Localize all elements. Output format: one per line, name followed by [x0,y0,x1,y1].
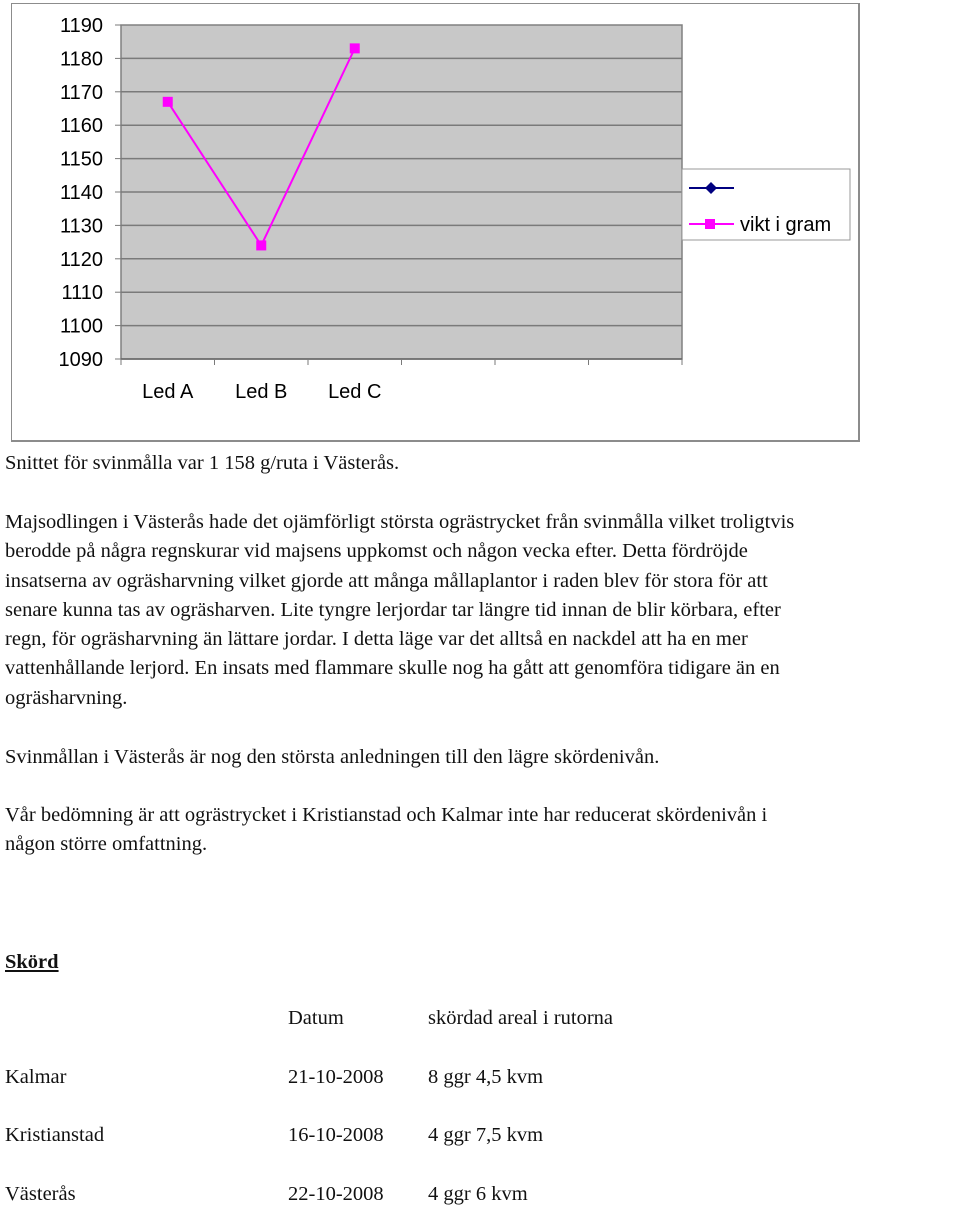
y-tick-label: 1180 [60,48,103,70]
text-line: insatserna av ogräsharvning vilket gjord… [5,569,768,592]
cell-area: 4 ggr 6 kvm [428,1183,528,1205]
text-line: någon större omfattning. [5,833,208,856]
column-header-areal: skördad areal i rutorna [428,1007,613,1029]
text-line: vattenhållande lerjord. En insats med fl… [5,657,780,680]
column-header-datum: Datum [288,1007,344,1029]
x-tick-label: Led C [328,381,381,403]
text-line: berodde på några regnskurar vid majsens … [5,540,748,563]
text-line: regn, för ogräsharvning än lättare jorda… [5,628,748,651]
x-axis-ticks [120,358,683,365]
y-tick-label: 1090 [59,349,104,371]
legend: vikt i gram [681,168,851,241]
cell-area: 4 ggr 7,5 kvm [428,1124,544,1146]
cell-date: 22-10-2008 [288,1183,384,1205]
data-point [349,43,360,54]
y-tick-label: 1140 [60,182,103,204]
paragraph-svinmalla: Svinmållan i Västerås är nog den största… [5,746,660,768]
x-axis-labels: Led A Led B Led C [142,381,381,403]
legend-square-marker-icon [705,219,715,229]
y-tick-label: 1170 [60,82,103,104]
x-tick-label: Led A [142,381,194,403]
cell-location: Kalmar [5,1066,67,1088]
text-line: senare kunna tas av ogräsharven. Lite ty… [5,598,781,621]
text-line: Vår bedömning är att ogrästrycket i Kris… [5,804,768,826]
x-tick-label: Led B [235,381,287,403]
y-tick-label: 1120 [60,249,103,271]
legend-label: vikt i gram [740,214,831,236]
cell-date: 21-10-2008 [288,1066,384,1088]
paragraph-weed-pressure: Majsodlingen i Västerås hade det ojämför… [5,508,794,713]
section-heading-skord: Skörd [5,951,59,973]
y-tick-label: 1150 [60,149,103,171]
cell-location: Västerås [5,1183,76,1205]
y-tick-label: 1160 [60,115,103,137]
y-axis-labels: 1190 1180 1170 1160 1150 1140 1130 1120 1110 1100… [59,15,104,371]
y-tick-label: 1110 [61,282,103,304]
y-tick-label: 1100 [60,316,103,338]
data-point [256,240,267,251]
cell-date: 16-10-2008 [288,1124,384,1146]
y-tick-label: 1190 [60,15,103,37]
text-line: ogräsharvning. [5,686,128,709]
paragraph-assessment: Vår bedömning är att ogrästrycket i Kris… [5,801,767,860]
y-axis-ticks [115,24,121,360]
chart-caption: Snittet för svinmålla var 1 158 g/ruta i… [5,452,400,474]
y-tick-label: 1130 [60,215,103,237]
text-line: Majsodlingen i Västerås hade det ojämför… [5,511,795,533]
line-chart: 1190 1180 1170 1160 1150 1140 1130 1120 1110 1100… [59,15,851,403]
cell-location: Kristianstad [5,1124,105,1146]
cell-area: 8 ggr 4,5 kvm [428,1066,544,1088]
data-point [162,96,173,107]
